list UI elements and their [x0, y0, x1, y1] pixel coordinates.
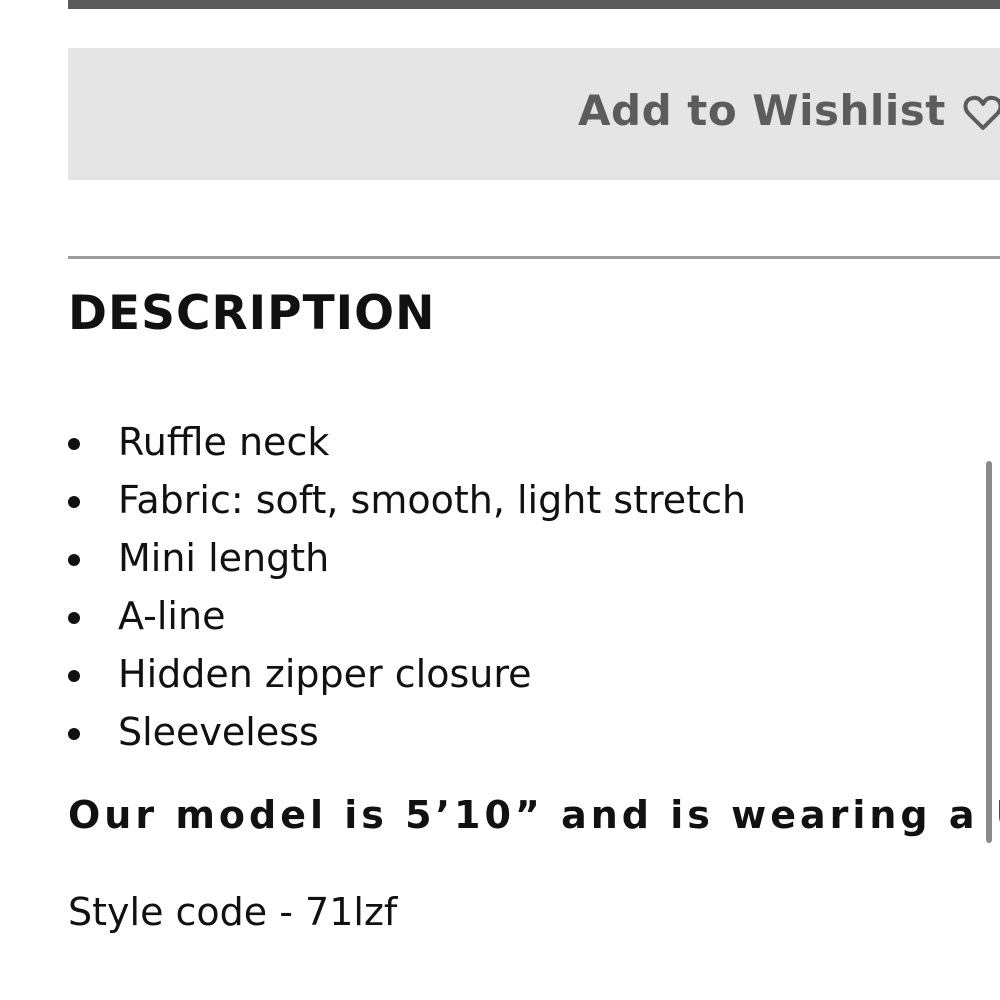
- scrollbar[interactable]: [986, 461, 992, 843]
- bullet-icon: [68, 728, 80, 740]
- feature-item: Fabric: soft, smooth, light stretch: [68, 471, 968, 529]
- bullet-icon: [68, 670, 80, 682]
- feature-item: Ruffle neck: [68, 413, 968, 471]
- feature-item: Sleeveless: [68, 703, 968, 761]
- section-divider: [68, 256, 1000, 259]
- bullet-icon: [68, 612, 80, 624]
- add-to-wishlist-button[interactable]: Add to Wishlist: [68, 48, 1000, 180]
- feature-text: A-line: [118, 594, 226, 638]
- heart-icon: [963, 95, 1000, 130]
- bullet-icon: [68, 554, 80, 566]
- feature-list: Ruffle neck Fabric: soft, smooth, light …: [68, 413, 968, 761]
- feature-text: Fabric: soft, smooth, light stretch: [118, 478, 747, 522]
- wishlist-label: Add to Wishlist: [578, 86, 946, 135]
- add-to-bag-button-edge[interactable]: [68, 0, 1000, 9]
- bullet-icon: [68, 438, 80, 450]
- feature-text: Ruffle neck: [118, 420, 330, 464]
- feature-item: Mini length: [68, 529, 968, 587]
- feature-text: Sleeveless: [118, 710, 319, 754]
- bullet-icon: [68, 496, 80, 508]
- feature-text: Mini length: [118, 536, 330, 580]
- style-code: Style code - 71lzf: [68, 890, 398, 934]
- description-heading: DESCRIPTION: [68, 286, 436, 341]
- feature-item: Hidden zipper closure: [68, 645, 968, 703]
- product-details-page: Add to Wishlist DESCRIPTION Ruffle neck …: [0, 0, 1000, 1000]
- feature-text: Hidden zipper closure: [118, 652, 532, 696]
- feature-item: A-line: [68, 587, 968, 645]
- model-size-note: Our model is 5’10” and is wearing a US: [68, 793, 1000, 837]
